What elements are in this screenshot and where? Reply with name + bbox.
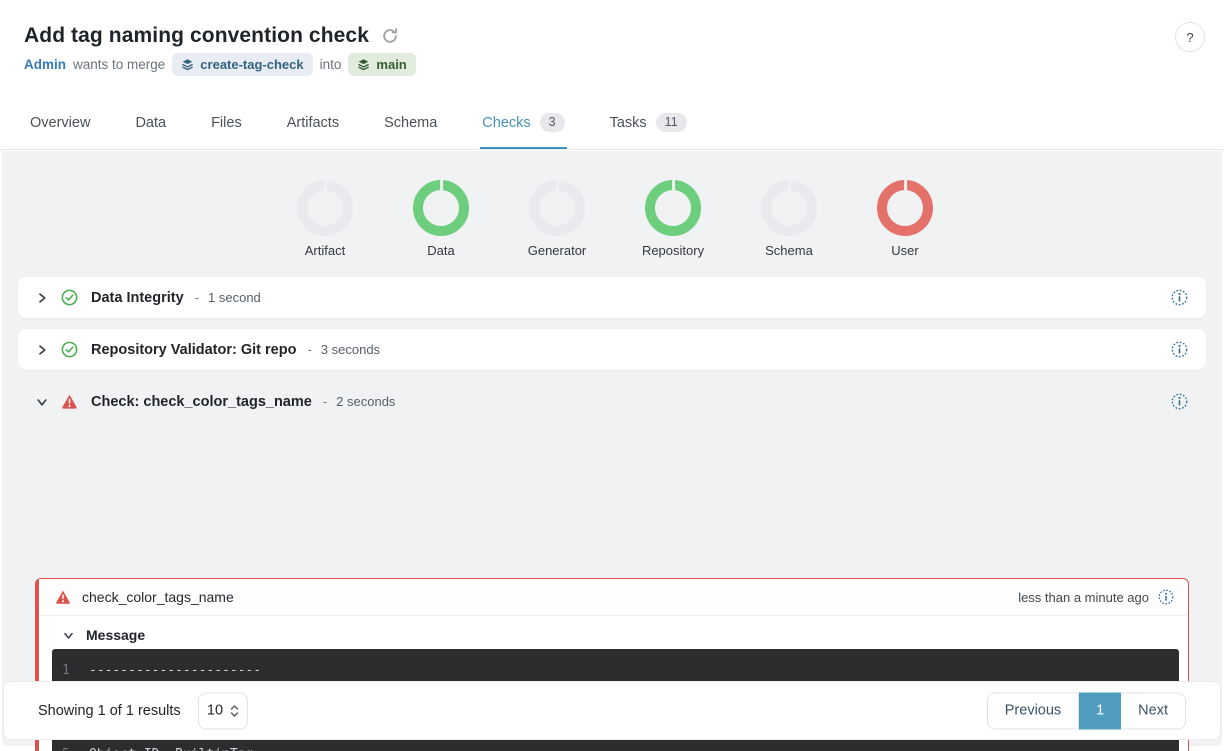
chevron-right-icon[interactable] [36, 292, 48, 304]
pagination: Previous 1 Next [987, 692, 1186, 729]
into-text: into [320, 57, 342, 72]
help-button[interactable]: ? [1175, 22, 1205, 52]
info-icon[interactable] [1171, 289, 1188, 306]
current-page-button[interactable]: 1 [1079, 692, 1121, 729]
checks-count-badge: 3 [540, 113, 565, 132]
check-duration: 3 seconds [321, 342, 380, 357]
results-count-text: Showing 1 of 1 results [38, 703, 181, 719]
separator: - [307, 342, 311, 357]
previous-page-button[interactable]: Previous [987, 692, 1079, 729]
tab-files[interactable]: Files [211, 96, 242, 149]
donut-repository[interactable]: Repository [645, 180, 701, 258]
alert-timestamp: less than a minute ago [1018, 590, 1149, 605]
tab-data[interactable]: Data [135, 96, 166, 149]
results-footer: Showing 1 of 1 results 10 Previous 1 Nex… [3, 681, 1221, 740]
donut-ring-pending [761, 180, 817, 236]
stepper-icons [230, 704, 239, 717]
author-link[interactable]: Admin [24, 57, 66, 72]
check-row-data-integrity[interactable]: Data Integrity - 1 second [18, 277, 1206, 318]
donut-data[interactable]: Data [413, 180, 469, 258]
info-icon[interactable] [1171, 341, 1188, 358]
check-duration: 2 seconds [336, 394, 395, 409]
check-passed-icon [61, 289, 78, 306]
donut-generator[interactable]: Generator [529, 180, 585, 258]
merge-description: Admin wants to merge create-tag-check in… [24, 53, 416, 76]
check-summary-donuts: Artifact Data Generator Repository Schem… [297, 180, 933, 258]
check-title: Data Integrity [91, 290, 184, 306]
check-duration: 1 second [208, 290, 261, 305]
layers-icon [181, 58, 194, 71]
page-title: Add tag naming convention check [24, 24, 369, 48]
next-page-button[interactable]: Next [1121, 692, 1186, 729]
separator: - [323, 394, 327, 409]
donut-ring-passed [645, 180, 701, 236]
chevron-down-icon[interactable] [36, 396, 48, 408]
page-header: Add tag naming convention check ? Admin … [0, 0, 1224, 96]
donut-user[interactable]: User [877, 180, 933, 258]
tab-bar: Overview Data Files Artifacts Schema Che… [0, 96, 1224, 150]
tasks-count-badge: 11 [656, 113, 687, 132]
check-title: Check: check_color_tags_name [91, 394, 312, 410]
donut-ring-pending [529, 180, 585, 236]
check-title: Repository Validator: Git repo [91, 342, 296, 358]
donut-schema[interactable]: Schema [761, 180, 817, 258]
check-failed-icon [61, 393, 78, 410]
info-icon[interactable] [1158, 589, 1174, 605]
warning-icon [55, 589, 71, 605]
tab-schema[interactable]: Schema [384, 96, 437, 149]
donut-ring-passed [413, 180, 469, 236]
merge-request-page: Add tag naming convention check ? Admin … [0, 0, 1224, 751]
check-row-color-tags[interactable]: Check: check_color_tags_name - 2 seconds [18, 381, 1206, 422]
code-line: 5Object ID: BuiltinTag [62, 744, 1179, 751]
code-line: 1---------------------- [62, 660, 1179, 681]
chevron-up-icon [230, 704, 239, 710]
alert-header: check_color_tags_name less than a minute… [39, 579, 1188, 616]
separator: - [195, 290, 199, 305]
message-section-label: Message [86, 627, 145, 643]
alert-check-name: check_color_tags_name [82, 589, 234, 605]
message-section-toggle[interactable]: Message [63, 627, 145, 643]
merge-text: wants to merge [73, 57, 165, 72]
donut-ring-failed [877, 180, 933, 236]
target-branch-label: main [376, 57, 406, 72]
check-passed-icon [61, 341, 78, 358]
refresh-icon[interactable] [381, 27, 399, 45]
tab-artifacts[interactable]: Artifacts [287, 96, 339, 149]
page-size-select[interactable]: 10 [198, 692, 248, 729]
tab-overview[interactable]: Overview [30, 96, 90, 149]
donut-ring-pending [297, 180, 353, 236]
chevron-right-icon[interactable] [36, 344, 48, 356]
donut-artifact[interactable]: Artifact [297, 180, 353, 258]
source-branch-label: create-tag-check [200, 57, 303, 72]
tab-tasks[interactable]: Tasks 11 [610, 96, 687, 149]
chevron-down-icon [63, 630, 74, 641]
info-icon[interactable] [1171, 393, 1188, 410]
chevron-down-icon [230, 711, 239, 717]
checks-panel: Retry all Artifact Data Generator Reposi… [2, 151, 1222, 746]
source-branch-badge[interactable]: create-tag-check [172, 53, 312, 76]
tab-checks[interactable]: Checks 3 [482, 96, 564, 149]
page-size-value: 10 [207, 703, 223, 719]
target-branch-badge[interactable]: main [348, 53, 415, 76]
check-row-repository-validator[interactable]: Repository Validator: Git repo - 3 secon… [18, 329, 1206, 370]
layers-icon [357, 58, 370, 71]
